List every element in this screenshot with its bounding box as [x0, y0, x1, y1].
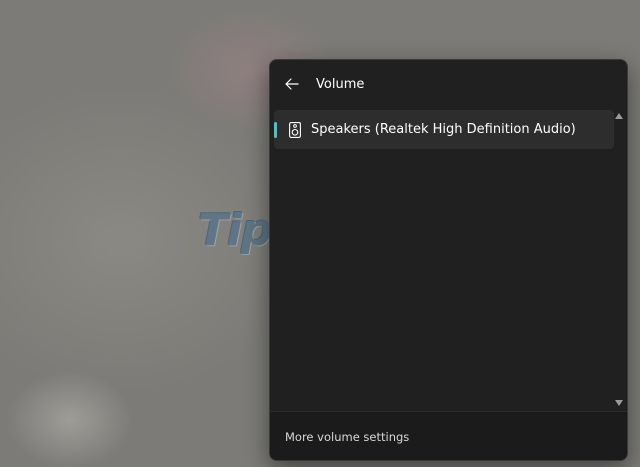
- speaker-icon: [288, 121, 302, 139]
- device-list: Speakers (Realtek High Definition Audio): [270, 108, 627, 411]
- selection-indicator: [274, 122, 277, 138]
- flyout-header: Volume: [270, 60, 627, 108]
- arrow-left-icon: [285, 75, 299, 94]
- scrollbar[interactable]: [614, 108, 624, 411]
- volume-flyout: Volume Speakers (Realtek High Definition…: [269, 59, 628, 461]
- flyout-footer: More volume settings: [270, 411, 627, 460]
- device-label: Speakers (Realtek High Definition Audio): [311, 122, 576, 137]
- more-volume-settings-link[interactable]: More volume settings: [285, 430, 409, 444]
- back-button[interactable]: [278, 70, 306, 98]
- flyout-title: Volume: [316, 76, 365, 92]
- device-item-speakers[interactable]: Speakers (Realtek High Definition Audio): [274, 110, 614, 149]
- desktop-background: TipsMake .com Volume: [0, 0, 640, 467]
- scroll-down-icon[interactable]: [615, 400, 623, 406]
- scroll-up-icon[interactable]: [615, 113, 623, 119]
